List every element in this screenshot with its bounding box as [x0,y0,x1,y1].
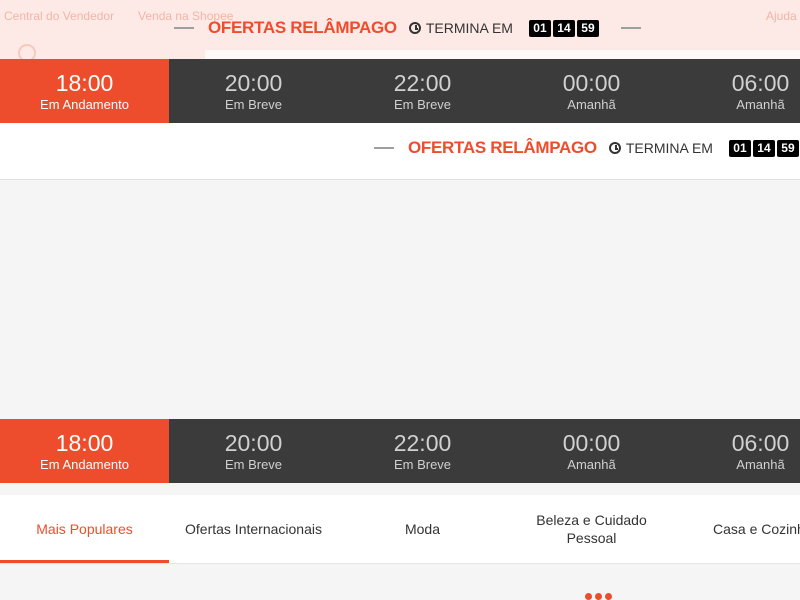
ends-in-label: TERMINA EM [425,20,513,36]
time-slot-tab[interactable]: 18:00 Em Andamento [0,59,169,123]
time-slot-status: Amanhã [567,97,616,112]
logo-icon [18,44,36,60]
time-slot-time: 20:00 [224,70,283,96]
time-slot-status: Amanhã [736,457,785,472]
time-slot-status: Amanhã [736,97,785,112]
category-tab-most-popular[interactable]: Mais Populares [0,495,169,563]
flash-sale-header-sticky: OFERTAS RELÂMPAGO TERMINA EM 01 14 59 [174,15,641,41]
category-tab-beauty[interactable]: Beleza e Cuidado Pessoal [507,495,676,563]
time-slot-tab[interactable]: 20:00 Em Breve [169,59,338,123]
time-slot-status: Em Breve [224,457,283,472]
time-slot-time: 20:00 [224,430,283,456]
time-slot-tab[interactable]: 22:00 Em Breve [338,419,507,483]
time-slot-time: 18:00 [55,70,114,96]
countdown-minutes: 14 [552,19,575,37]
time-slot-tab[interactable]: 20:00 Em Breve [169,419,338,483]
time-slot-time: 18:00 [55,430,114,456]
time-slot-tab[interactable]: 00:00 Amanhã [507,419,676,483]
time-slot-tab[interactable]: 00:00 Amanhã [507,59,676,123]
help-link[interactable]: Ajuda [766,9,797,23]
countdown-minutes: 14 [752,139,775,157]
flash-sale-title: OFERTAS RELÂMPAGO [408,138,597,157]
time-slot-time: 06:00 [731,430,790,456]
time-slot-tab[interactable]: 18:00 Em Andamento [0,419,169,483]
time-slot-status: Amanhã [567,457,616,472]
flash-sale-title: OFERTAS RELÂMPAGO [208,18,397,37]
time-slot-time: 22:00 [393,70,452,96]
loading-dot [605,593,612,600]
time-slot-tabs: 18:00 Em Andamento 20:00 Em Breve 22:00 … [0,419,800,483]
category-tabs: Mais Populares Ofertas Internacionais Mo… [0,495,800,564]
time-slot-time: 00:00 [562,70,621,96]
countdown-seconds: 59 [776,139,799,157]
time-slot-tabs-sticky: 18:00 Em Andamento 20:00 Em Breve 22:00 … [0,59,800,123]
seller-center-link[interactable]: Central do Vendedor [4,9,114,23]
time-slot-status: Em Andamento [40,97,129,112]
time-slot-status: Em Andamento [40,457,129,472]
time-slot-time: 00:00 [562,430,621,456]
loading-indicator [585,593,615,600]
time-slot-tab[interactable]: 22:00 Em Breve [338,59,507,123]
countdown-seconds: 59 [576,19,599,37]
time-slot-time: 22:00 [393,430,452,456]
flash-sale-header: OFERTAS RELÂMPAGO TERMINA EM 01 14 59 [374,135,800,161]
time-slot-status: Em Breve [393,97,452,112]
divider [174,27,194,29]
clock-icon [608,142,621,154]
category-tab-international[interactable]: Ofertas Internacionais [169,495,338,563]
clock-icon [408,22,421,34]
category-tab-fashion[interactable]: Moda [338,495,507,563]
divider [620,27,641,29]
category-tab-home-kitchen[interactable]: Casa e Cozinha [676,495,800,563]
time-slot-tab[interactable]: 06:00 Amanhã [676,419,800,483]
countdown-hours: 01 [528,19,551,37]
time-slot-status: Em Breve [224,97,283,112]
loading-dot [595,593,602,600]
loading-dot [585,593,592,600]
time-slot-tab[interactable]: 06:00 Amanhã [676,59,800,123]
time-slot-status: Em Breve [393,457,452,472]
countdown-hours: 01 [728,139,751,157]
time-slot-time: 06:00 [731,70,790,96]
divider [374,147,394,149]
ends-in-label: TERMINA EM [625,140,713,156]
